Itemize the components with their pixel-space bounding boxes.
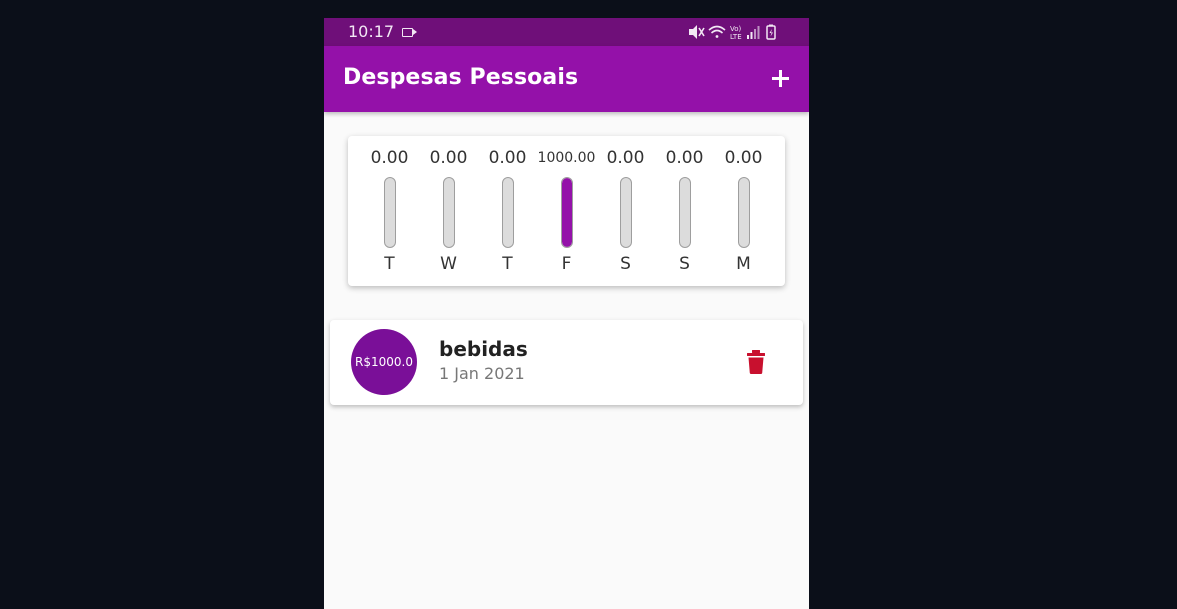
status-time: 10:17 [348,22,395,41]
chart-bar-fill [562,178,572,247]
chart-bar-column: 0.00 T [360,136,419,286]
chart-bar-value: 1000.00 [537,150,596,166]
chart-bar-day-label: F [561,254,572,274]
signal-icon [747,26,760,39]
chart-bar-track [738,177,750,248]
chart-bar-column: 0.00 S [596,136,655,286]
svg-text:Vo): Vo) [730,25,742,33]
chart-bar-value: 0.00 [488,148,527,168]
chart-bar-value: 0.00 [665,148,704,168]
transaction-amount: R$1000.0 [355,355,413,369]
chart-bar-value: 0.00 [370,148,409,168]
add-transaction-button[interactable] [765,63,795,93]
chart-bar-track [620,177,632,248]
chart-bar-day-label: M [736,254,751,274]
chart-bar-column: 0.00 S [655,136,714,286]
chart-bar-track [679,177,691,248]
delete-transaction-button[interactable] [744,349,768,375]
video-camera-icon [402,28,417,37]
chart-bar-track [443,177,455,248]
chart-bar-day-label: S [679,254,690,274]
phone-screen: 10:17 Vo) LTE Despesas Pessoais 0.00 T 0… [324,18,809,609]
app-bar: Despesas Pessoais [324,46,809,112]
mute-icon [689,25,705,39]
chart-bar-column: 0.00 M [714,136,773,286]
chart-bar-day-label: T [384,254,395,274]
weekly-chart: 0.00 T 0.00 W 0.00 T 1000.00 F 0.00 S 0.00 S 0.00 M [348,136,785,286]
chart-bar-day-label: W [440,254,457,274]
status-icons: Vo) LTE [689,24,776,41]
chart-bar-track [502,177,514,248]
svg-text:LTE: LTE [730,33,742,41]
chart-bar-column: 1000.00 F [537,136,596,286]
chart-bar-value: 0.00 [606,148,645,168]
chart-bar-column: 0.00 T [478,136,537,286]
volte-icon: Vo) LTE [730,25,742,41]
chart-bar-track [384,177,396,248]
wifi-icon [708,25,726,38]
chart-bar-day-label: S [620,254,631,274]
trash-icon [747,350,765,374]
chart-bar-column: 0.00 W [419,136,478,286]
amount-avatar: R$1000.0 [351,329,417,395]
chart-bar-value: 0.00 [429,148,468,168]
status-bar: 10:17 Vo) LTE [324,18,809,46]
battery-icon [766,24,776,40]
transaction-list-item: R$1000.0 bebidas 1 Jan 2021 [330,320,803,405]
chart-bar-value: 0.00 [724,148,763,168]
page-title: Despesas Pessoais [343,65,579,90]
chart-bar-day-label: T [502,254,513,274]
transaction-title: bebidas [439,337,528,361]
transaction-date: 1 Jan 2021 [439,364,525,383]
chart-bar-track [561,177,573,248]
weekly-chart-card: 0.00 T 0.00 W 0.00 T 1000.00 F 0.00 S 0.00 S 0.00 M [348,136,785,286]
